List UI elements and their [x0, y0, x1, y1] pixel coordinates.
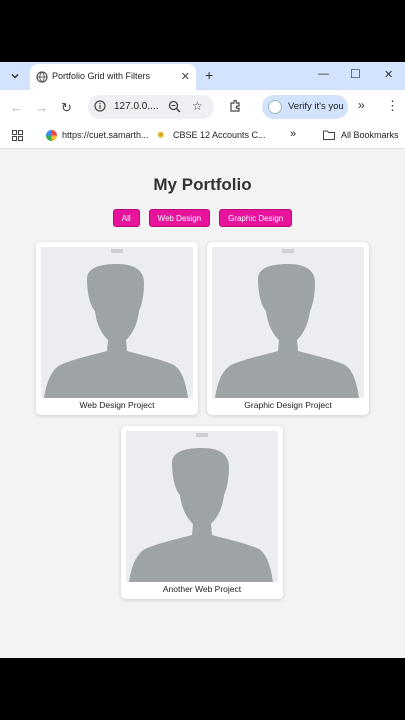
portfolio-card[interactable]: Graphic Design Project [207, 242, 369, 415]
portfolio-card[interactable]: Web Design Project [36, 242, 198, 415]
new-tab-icon[interactable]: + [205, 67, 213, 83]
browser-window: Portfolio Grid with Filters ✕ + — ☐ ✕ ← … [0, 62, 405, 658]
bookmark-cuet[interactable]: https://cuet.samarth... [62, 130, 149, 140]
reload-icon[interactable]: ↻ [61, 100, 72, 116]
tab-strip: Portfolio Grid with Filters ✕ + — ☐ ✕ [0, 62, 405, 90]
tab-title: Portfolio Grid with Filters [52, 71, 151, 81]
person-silhouette-icon [44, 264, 188, 398]
project-caption: Web Design Project [79, 400, 155, 410]
project-image [126, 431, 278, 582]
verify-label: Verify it's you [288, 101, 344, 112]
watermark [282, 249, 294, 253]
window-close-icon[interactable]: ✕ [384, 68, 393, 81]
bookmarks-bar: https://cuet.samarth... ✺ CBSE 12 Accoun… [0, 124, 405, 149]
address-bar[interactable]: 127.0.0.... ☆ [88, 95, 214, 119]
globe-icon [36, 71, 48, 83]
bookmark-star-icon[interactable]: ☆ [192, 99, 203, 113]
forward-icon[interactable]: → [35, 100, 48, 115]
back-icon[interactable]: ← [10, 100, 23, 115]
close-tab-icon[interactable]: ✕ [181, 70, 190, 83]
filter-bar: All Web Design Graphic Design [0, 209, 405, 227]
chevron-down-icon [11, 73, 19, 79]
site-info-icon[interactable] [94, 100, 106, 112]
project-image [41, 247, 193, 398]
minimize-icon[interactable]: — [318, 68, 329, 80]
watermark [111, 249, 123, 253]
tab-search-button[interactable] [6, 67, 24, 85]
more-tools-icon[interactable]: » [358, 98, 365, 112]
page-title: My Portfolio [153, 175, 252, 194]
browser-toolbar: ← → ↻ 127.0.0.... ☆ Verify it's you » ⋮ [0, 90, 405, 124]
folder-icon [323, 130, 335, 140]
portfolio-card[interactable]: Another Web Project [121, 426, 283, 599]
browser-tab[interactable]: Portfolio Grid with Filters ✕ [30, 64, 196, 90]
filter-all-button[interactable]: All [112, 209, 140, 227]
project-image [212, 247, 364, 398]
person-silhouette-icon [129, 448, 273, 582]
cbse-favicon-icon: ✺ [157, 130, 165, 140]
filter-web-design-button[interactable]: Web Design [148, 209, 211, 227]
more-bookmarks-icon[interactable]: » [290, 128, 296, 140]
watermark [196, 433, 208, 437]
chrome-favicon-icon [46, 130, 57, 141]
bookmark-cbse[interactable]: CBSE 12 Accounts C... [173, 130, 266, 140]
profile-avatar [268, 100, 282, 114]
filter-graphic-design-button[interactable]: Graphic Design [219, 209, 293, 227]
page-content: My Portfolio All Web Design Graphic Desi… [0, 149, 405, 658]
menu-icon[interactable]: ⋮ [386, 98, 399, 114]
apps-grid-icon[interactable] [12, 130, 23, 141]
url-text: 127.0.0.... [114, 101, 159, 112]
bookmark-all[interactable]: All Bookmarks [341, 130, 399, 140]
project-caption: Another Web Project [162, 584, 242, 594]
project-caption: Graphic Design Project [244, 400, 332, 410]
person-silhouette-icon [215, 264, 359, 398]
maximize-icon[interactable]: ☐ [350, 67, 361, 81]
verify-identity-button[interactable]: Verify it's you [262, 95, 348, 119]
zoom-icon[interactable] [168, 100, 181, 113]
extensions-icon[interactable] [228, 99, 242, 113]
